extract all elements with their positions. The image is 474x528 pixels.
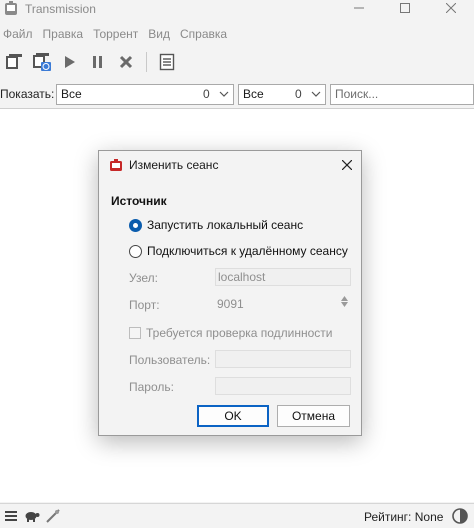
- local-session-option[interactable]: Запустить локальный сеанс: [129, 218, 303, 232]
- title-bar: Transmission: [0, 0, 474, 18]
- properties-icon: [159, 53, 175, 71]
- close-window-button[interactable]: [428, 0, 474, 20]
- pause-button[interactable]: [84, 49, 112, 75]
- username-field[interactable]: [215, 350, 351, 368]
- open-url-icon: [33, 53, 51, 71]
- menu-torrent[interactable]: Торрент: [88, 27, 143, 41]
- cancel-button[interactable]: Отмена: [277, 405, 350, 427]
- options-icon: [5, 511, 17, 521]
- menu-edit[interactable]: Правка: [38, 27, 89, 41]
- port-value: 9091: [217, 297, 244, 311]
- start-icon: [65, 56, 75, 68]
- dialog-title-bar: Изменить сеанс: [99, 151, 361, 179]
- search-placeholder: Поиск...: [335, 87, 379, 101]
- close-icon: [342, 160, 352, 170]
- activity-filter-count: 0: [203, 87, 210, 101]
- auth-required-checkbox[interactable]: [129, 327, 141, 339]
- remove-button[interactable]: [112, 49, 140, 75]
- maximize-icon: [400, 3, 410, 13]
- start-button[interactable]: [56, 49, 84, 75]
- chevron-down-icon: [219, 91, 229, 97]
- menu-bar: Файл Правка Торрент Вид Справка: [0, 24, 474, 44]
- status-bar: Рейтинг: None: [0, 503, 474, 528]
- ok-button[interactable]: OK: [197, 405, 269, 427]
- pause-icon: [93, 56, 102, 68]
- properties-button[interactable]: [153, 49, 181, 75]
- activity-filter-combo[interactable]: Все 0: [56, 83, 234, 105]
- menu-file[interactable]: Файл: [0, 27, 38, 41]
- compact-view-button[interactable]: [43, 506, 63, 526]
- ratio-icon: [452, 508, 468, 524]
- filter-label: Показать:: [0, 87, 55, 101]
- toolbar-separator: [146, 52, 147, 72]
- auth-required-option[interactable]: Требуется проверка подлинности: [129, 326, 333, 340]
- transmission-app-icon: [5, 1, 17, 15]
- compact-view-icon: [46, 509, 60, 523]
- transmission-app-icon: [110, 159, 122, 171]
- local-session-label: Запустить локальный сеанс: [147, 218, 304, 232]
- username-label: Пользователь:: [129, 353, 211, 367]
- host-field[interactable]: localhost: [215, 268, 351, 286]
- close-icon: [446, 3, 456, 13]
- local-session-radio[interactable]: [129, 218, 142, 232]
- password-label: Пароль:: [129, 380, 174, 394]
- change-session-dialog: Изменить сеанс Источник Запустить локаль…: [98, 150, 362, 436]
- dialog-title: Изменить сеанс: [129, 158, 219, 172]
- open-torrent-icon: [6, 54, 22, 69]
- maximize-button[interactable]: [382, 0, 428, 20]
- chevron-down-icon: [341, 302, 348, 307]
- port-stepper[interactable]: [341, 296, 348, 308]
- options-button[interactable]: [1, 506, 21, 526]
- turtle-icon: [25, 512, 40, 522]
- window-title: Transmission: [25, 2, 96, 16]
- port-field[interactable]: 9091: [215, 295, 351, 313]
- tracker-filter-value: Все: [243, 87, 264, 101]
- minimize-button[interactable]: [336, 0, 382, 20]
- remote-session-option[interactable]: Подключиться к удалённому сеансу: [129, 244, 348, 258]
- tracker-filter-count: 0: [295, 87, 302, 101]
- chevron-down-icon: [311, 91, 321, 97]
- password-field[interactable]: [215, 377, 351, 395]
- open-torrent-button[interactable]: [0, 49, 28, 75]
- remote-session-radio[interactable]: [129, 244, 142, 258]
- remote-session-label: Подключиться к удалённому сеансу: [147, 244, 348, 258]
- filter-bar: Показать: Все 0 Все 0 Поиск...: [0, 82, 474, 106]
- dialog-close-button[interactable]: [339, 157, 355, 173]
- host-label: Узел:: [129, 271, 158, 285]
- activity-filter-value: Все: [61, 87, 82, 101]
- source-section-heading: Источник: [111, 194, 167, 208]
- ratio-text[interactable]: Рейтинг: None: [364, 510, 443, 524]
- menu-help[interactable]: Справка: [175, 27, 232, 41]
- search-input[interactable]: Поиск...: [330, 83, 474, 105]
- remove-icon: [119, 55, 133, 69]
- tracker-filter-combo[interactable]: Все 0: [238, 83, 326, 105]
- open-url-button[interactable]: [28, 49, 56, 75]
- turtle-mode-button[interactable]: [22, 506, 42, 526]
- auth-required-label: Требуется проверка подлинности: [146, 326, 333, 340]
- host-value: localhost: [218, 270, 266, 284]
- menu-view[interactable]: Вид: [143, 27, 175, 41]
- port-label: Порт:: [129, 298, 160, 312]
- minimize-icon: [354, 7, 364, 9]
- toolbar: [0, 48, 474, 76]
